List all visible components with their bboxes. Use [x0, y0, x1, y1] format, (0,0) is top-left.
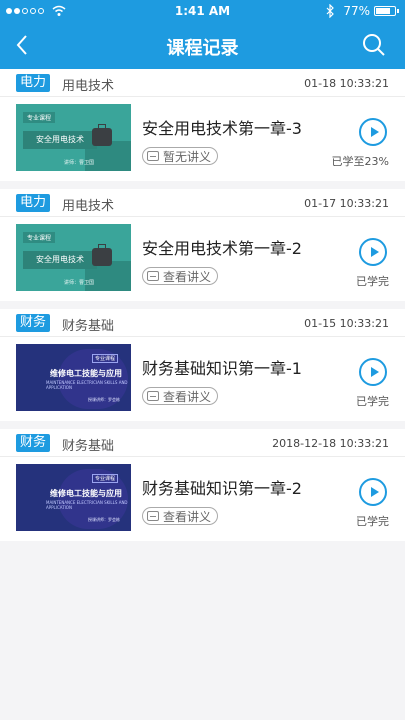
record-header: 电力 用电技术 01-17 10:33:21 — [0, 189, 405, 217]
category-label: 财务基础 — [62, 319, 115, 334]
record-time: 01-17 10:33:21 — [304, 197, 389, 210]
subject-tag: 财务 — [16, 314, 51, 332]
category-label: 用电技术 — [62, 79, 115, 94]
course-record-item[interactable]: 电力 用电技术 01-17 10:33:21 专业课程 安全用电技术 讲师：曹卫国 安全用电… — [0, 189, 405, 301]
page-title: 课程记录 — [166, 38, 239, 59]
subject-tag: 电力 — [16, 194, 51, 212]
category-label: 财务基础 — [62, 439, 115, 454]
lesson-title[interactable]: 安全用电技术第一章-3 — [142, 115, 302, 139]
thumbnail-author: 讲师：曹卫国 — [64, 160, 95, 166]
learning-progress: 已学完 — [356, 395, 389, 408]
record-time: 01-15 10:33:21 — [304, 317, 389, 330]
thumbnail-badge: 专业课程 — [23, 232, 56, 243]
lecture-notes-label: 暂无讲义 — [163, 149, 212, 164]
thumbnail-title: 维修电工技能与应用 — [50, 489, 122, 498]
thumbnail-author: 授课讲师：罗会栋 — [88, 517, 120, 522]
play-icon[interactable] — [359, 118, 387, 146]
record-header: 财务 财务基础 01-15 10:33:21 — [0, 309, 405, 337]
learning-progress: 已学完 — [356, 515, 389, 528]
search-icon[interactable] — [361, 32, 387, 58]
lecture-notes-button[interactable]: 查看讲义 — [142, 507, 219, 525]
printer-icon — [147, 511, 159, 521]
thumbnail-author: 讲师：曹卫国 — [64, 280, 95, 286]
learning-progress: 已学完 — [356, 275, 389, 288]
record-header: 财务 财务基础 2018-12-18 10:33:21 — [0, 429, 405, 457]
course-thumbnail[interactable]: 专业课程安全用电技术讲师：曹卫国 — [16, 224, 131, 291]
subject-tag: 电力 — [16, 74, 51, 92]
lesson-title[interactable]: 财务基础知识第一章-1 — [142, 355, 302, 379]
lecture-notes-label: 查看讲义 — [163, 509, 212, 524]
subject-tag: 财务 — [16, 434, 51, 452]
thumbnail-subtitle: MAINTENANCE ELECTRICIAN SKILLS AND APPLI… — [46, 500, 128, 510]
lecture-notes-label: 查看讲义 — [163, 269, 212, 284]
learning-progress: 已学至23% — [331, 155, 389, 168]
thumbnail-title: 安全用电技术 — [23, 251, 97, 269]
battery-percent: 77% — [343, 4, 370, 18]
printer-icon — [147, 151, 159, 161]
course-record-list: 电力 用电技术 01-18 10:33:21 专业课程 安全用电技术 讲师：曹卫国 安全用电… — [0, 69, 405, 549]
play-icon[interactable] — [359, 238, 387, 266]
lesson-title[interactable]: 财务基础知识第一章-2 — [142, 475, 302, 499]
course-thumbnail[interactable]: 专业课程维修电工技能与应用 MAINTENANCE ELECTRICIAN SKI… — [16, 344, 131, 411]
toolbox-icon — [92, 124, 112, 146]
toolbox-icon — [92, 244, 112, 266]
play-icon[interactable] — [359, 358, 387, 386]
battery-cap-icon — [397, 9, 399, 13]
record-time: 01-18 10:33:21 — [304, 77, 389, 90]
nav-bar: 课程记录 — [0, 22, 405, 69]
printer-icon — [147, 271, 159, 281]
record-header: 电力 用电技术 01-18 10:33:21 — [0, 69, 405, 97]
thumbnail-badge: 专业课程 — [92, 354, 119, 363]
thumbnail-badge: 专业课程 — [23, 112, 56, 123]
battery-icon — [374, 6, 396, 16]
thumbnail-title: 维修电工技能与应用 — [50, 369, 122, 378]
lecture-notes-label: 查看讲义 — [163, 389, 212, 404]
course-thumbnail[interactable]: 专业课程安全用电技术讲师：曹卫国 — [16, 104, 131, 171]
course-record-item[interactable]: 财务 财务基础 2018-12-18 10:33:21 专业课程维修电工技能与应用 MA… — [0, 429, 405, 541]
lecture-notes-button[interactable]: 暂无讲义 — [142, 147, 219, 165]
thumbnail-badge: 专业课程 — [92, 474, 119, 483]
play-icon[interactable] — [359, 478, 387, 506]
record-time: 2018-12-18 10:33:21 — [272, 437, 389, 450]
thumbnail-author: 授课讲师：罗会栋 — [88, 397, 120, 402]
lesson-title[interactable]: 安全用电技术第一章-2 — [142, 235, 302, 259]
bluetooth-icon — [326, 4, 335, 18]
status-bar: 1:41 AM 77% — [0, 0, 405, 22]
course-record-item[interactable]: 财务 财务基础 01-15 10:33:21 专业课程维修电工技能与应用 MAINTEN… — [0, 309, 405, 421]
course-record-item[interactable]: 电力 用电技术 01-18 10:33:21 专业课程 安全用电技术 讲师：曹卫国 安全用电… — [0, 69, 405, 181]
lecture-notes-button[interactable]: 查看讲义 — [142, 387, 219, 405]
category-label: 用电技术 — [62, 199, 115, 214]
lecture-notes-button[interactable]: 查看讲义 — [142, 267, 219, 285]
printer-icon — [147, 391, 159, 401]
course-thumbnail[interactable]: 专业课程维修电工技能与应用 MAINTENANCE ELECTRICIAN SKI… — [16, 464, 131, 531]
thumbnail-title: 安全用电技术 — [23, 131, 97, 149]
thumbnail-subtitle: MAINTENANCE ELECTRICIAN SKILLS AND APPLI… — [46, 380, 128, 390]
